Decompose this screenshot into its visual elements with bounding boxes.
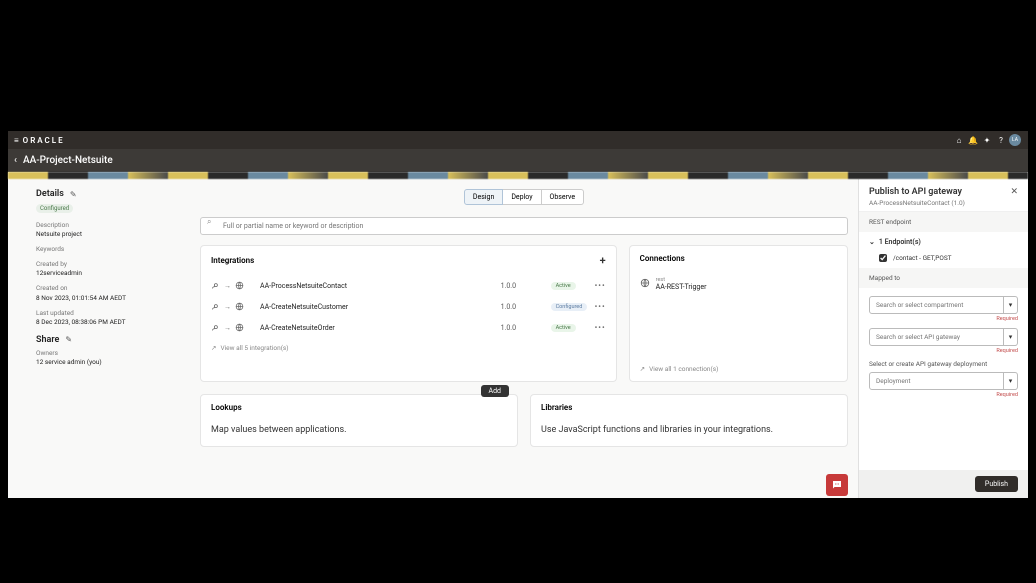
status-chip: Active [551,282,576,290]
search-input[interactable] [200,217,848,235]
close-panel-icon[interactable]: ✕ [1010,187,1018,207]
integration-type-icons: → [211,302,244,311]
panel-title: Publish to API gateway [869,187,1010,197]
deployment-select[interactable]: ▾ [869,372,1018,390]
row-menu-icon[interactable]: ••• [595,323,606,332]
integration-type-icons: → [211,323,244,332]
app-shell: ≡ ORACLE ⌂ 🔔 ✦ ? LA ‹ AA-Project-Netsuit… [8,131,1028,498]
add-integration-icon[interactable]: + [600,254,606,267]
lookups-description: Map values between applications. [211,424,507,438]
view-tabs: Design Deploy Observe [200,189,848,205]
sparkle-icon[interactable]: ✦ [980,133,994,147]
user-avatar[interactable]: LA [1008,133,1022,147]
expand-icon: ↗ [211,344,216,352]
bell-icon[interactable]: 🔔 [966,133,980,147]
view-all-integrations[interactable]: ↗ View all 5 integration(s) [211,338,606,352]
edit-share-icon[interactable]: ✎ [65,335,72,344]
connections-title: Connections [640,254,685,263]
chevron-down-icon: ⌄ [869,238,875,246]
status-chip: Configured [551,303,588,311]
integrations-title: Integrations [211,256,254,265]
gateway-select[interactable]: ▾ [869,328,1018,346]
connection-row[interactable]: rest AA-REST-Trigger [640,271,837,297]
back-chevron-icon[interactable]: ‹ [14,155,17,166]
deployment-section-label: Select or create API gateway deployment [869,360,1018,368]
required-label: Required [869,348,1018,354]
details-sidebar: Details ✎ Configured Description Netsuit… [8,179,190,498]
hamburger-icon[interactable]: ≡ [14,136,19,145]
field-created-on: Created on 8 Nov 2023, 01:01:54 AM AEDT [36,284,180,302]
help-icon[interactable]: ? [994,133,1008,147]
libraries-description: Use JavaScript functions and libraries i… [541,424,837,438]
search-row: ⌕ [200,213,848,235]
tab-deploy[interactable]: Deploy [503,189,541,205]
endpoints-expander[interactable]: ⌄ 1 Endpoint(s) [859,232,1028,252]
expand-icon: ↗ [640,365,645,373]
field-description: Description Netsuite project [36,221,180,239]
chevron-down-icon[interactable]: ▾ [1003,373,1017,389]
tab-observe[interactable]: Observe [542,189,585,205]
details-heading: Details [36,189,64,199]
brand-logo: ORACLE [23,136,65,145]
panel-subtitle: AA-ProcessNetsuiteContact (1.0) [869,199,1010,207]
chevron-down-icon[interactable]: ▾ [1003,297,1017,313]
view-all-connections[interactable]: ↗ View all 1 connection(s) [640,359,837,373]
integration-row[interactable]: → AA-CreateNetsuiteCustomer 1.0.0 Config… [211,296,606,317]
integration-type-icons: → [211,281,244,290]
libraries-title: Libraries [541,403,572,412]
deployment-input[interactable] [870,377,1003,385]
row-menu-icon[interactable]: ••• [595,302,606,311]
endpoint-path: /contact - GET,POST [893,254,952,262]
share-heading: Share [36,335,59,345]
add-lookup-button[interactable]: Add [481,385,509,397]
tab-design[interactable]: Design [464,189,503,205]
endpoint-row[interactable]: /contact - GET,POST [859,252,1028,268]
edit-details-icon[interactable]: ✎ [70,190,77,199]
required-label: Required [869,392,1018,398]
libraries-card: Libraries Use JavaScript functions and l… [530,394,848,447]
publish-panel: Publish to API gateway AA-ProcessNetsuit… [858,179,1028,498]
chevron-down-icon[interactable]: ▾ [1003,329,1017,345]
endpoint-checkbox[interactable] [879,254,887,262]
main-content: Design Deploy Observe ⌕ Integrations + [190,179,858,498]
publish-button[interactable]: Publish [975,476,1018,492]
field-last-updated: Last updated 8 Dec 2023, 08:38:06 PM AED… [36,309,180,327]
page-header: ‹ AA-Project-Netsuite [8,149,1028,172]
search-icon: ⌕ [207,217,211,227]
field-keywords: Keywords [36,245,180,254]
compartment-input[interactable] [870,301,1003,309]
page-title: AA-Project-Netsuite [23,155,113,166]
mapped-to-label: Mapped to [859,268,1028,288]
lookups-title: Lookups [211,403,242,412]
required-label: Required [869,316,1018,322]
field-owners: Owners 12 service admin (you) [36,349,180,367]
global-header: ≡ ORACLE ⌂ 🔔 ✦ ? LA [8,131,1028,149]
chat-button[interactable] [826,474,848,496]
rest-icon [640,278,650,290]
rest-endpoint-label: REST endpoint [859,212,1028,232]
integration-row[interactable]: → AA-CreateNetsuiteOrder 1.0.0 Active ••… [211,317,606,338]
home-icon[interactable]: ⌂ [952,133,966,147]
integrations-card: Integrations + → AA-ProcessNetsuiteConta… [200,245,617,382]
connections-card: Connections rest AA-REST-Trigger ↗ Vi [629,245,848,382]
field-created-by: Created by 12serviceadmin [36,260,180,278]
gateway-input[interactable] [870,333,1003,341]
banner-strip [8,172,1028,179]
lookups-card: Add Lookups Map values between applicati… [200,394,518,447]
integration-row[interactable]: → AA-ProcessNetsuiteContact 1.0.0 Active… [211,275,606,296]
status-chip: Active [551,324,576,332]
row-menu-icon[interactable]: ••• [595,281,606,290]
compartment-select[interactable]: ▾ [869,296,1018,314]
status-badge: Configured [36,204,73,213]
